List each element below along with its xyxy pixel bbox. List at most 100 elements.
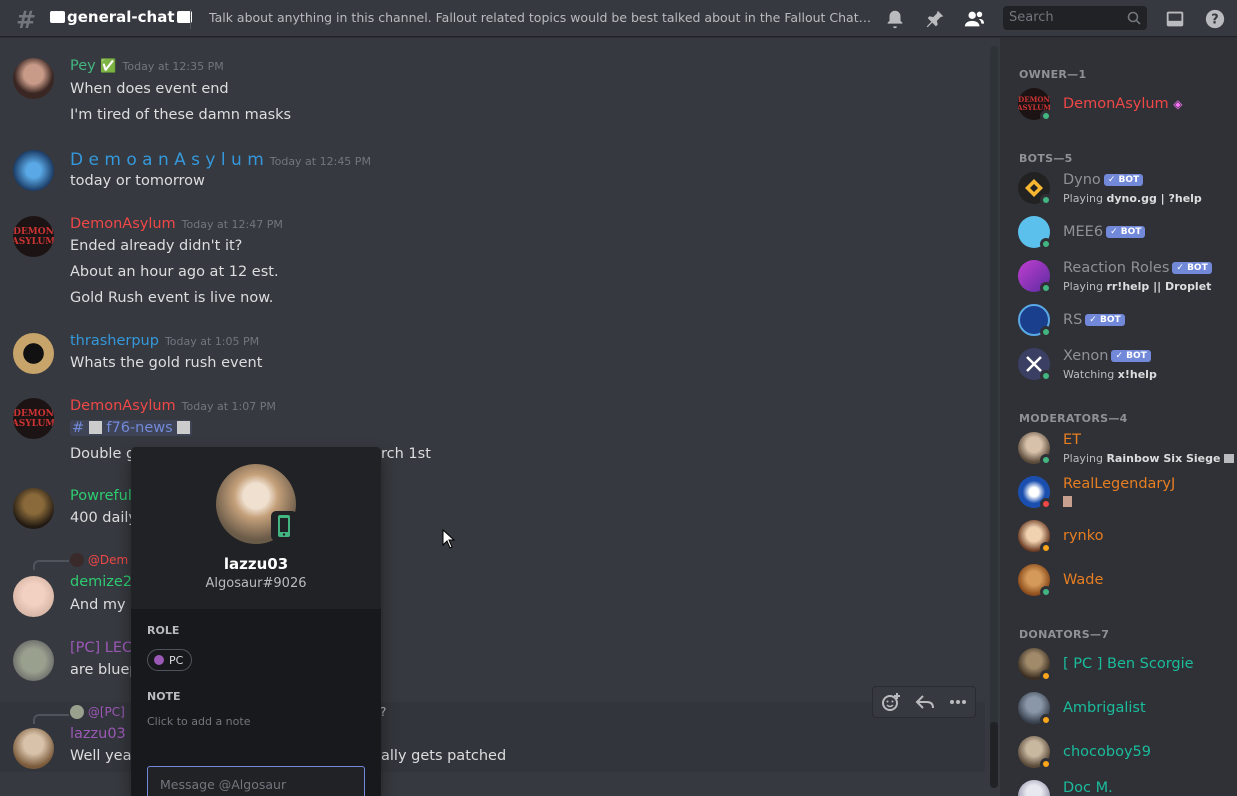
- channel-name: general-chat: [67, 8, 175, 26]
- direct-message-input[interactable]: Message @Algosaur: [147, 766, 365, 796]
- member-item[interactable]: MEE6 ✓ BOT: [1018, 216, 1233, 256]
- message-author[interactable]: DemonAsylum Today at 12:47 PM: [70, 216, 283, 232]
- message-author[interactable]: [PC] LEC: [70, 640, 132, 656]
- header-divider: [190, 9, 191, 29]
- avatar[interactable]: [13, 576, 54, 617]
- message-author[interactable]: Powreful: [70, 488, 132, 504]
- speech-bubble-icon: [50, 6, 65, 23]
- bot-badge: ✓ BOT: [1111, 350, 1151, 362]
- reply-icon[interactable]: [915, 692, 935, 712]
- member-item[interactable]: [ PC ] Ben Scorgie: [1018, 648, 1233, 688]
- member-item[interactable]: Ambrigalist: [1018, 692, 1233, 732]
- hashtag-icon: #: [16, 6, 37, 34]
- member-item[interactable]: RS ✓ BOT: [1018, 304, 1233, 344]
- role-pill[interactable]: PC: [147, 649, 193, 671]
- message-author[interactable]: DemonAsylum Today at 1:07 PM: [70, 398, 276, 414]
- mobile-status: [271, 511, 297, 541]
- avatar[interactable]: [13, 150, 54, 191]
- help-icon[interactable]: ?: [1204, 8, 1226, 30]
- reply-connector: [33, 714, 69, 724]
- online-status: [1040, 370, 1052, 382]
- online-status: [1040, 194, 1052, 206]
- note-input[interactable]: Click to add a note: [147, 715, 250, 728]
- member-item[interactable]: Doc M.: [1018, 780, 1233, 796]
- author-name[interactable]: Pey: [70, 58, 96, 74]
- inbox-icon[interactable]: [1164, 8, 1186, 30]
- search-input[interactable]: Search: [1003, 6, 1147, 30]
- message-author[interactable]: Pey ✅ Today at 12:35 PM: [70, 58, 224, 74]
- scrollbar-thumb[interactable]: [990, 722, 998, 788]
- message-text: are bluep: [70, 662, 139, 678]
- activity-name: Rainbow Six Siege: [1106, 452, 1221, 465]
- member-item[interactable]: RealLegendaryJ: [1018, 476, 1233, 516]
- author-name[interactable]: DemonAsylum: [70, 216, 176, 232]
- online-status: [1040, 282, 1052, 294]
- member-name: Ambrigalist: [1063, 700, 1146, 716]
- svg-text:DEMON: DEMON: [13, 227, 54, 237]
- popout-username: lazzu03: [223, 555, 289, 573]
- avatar[interactable]: [13, 728, 54, 769]
- svg-text:?: ?: [1211, 13, 1218, 28]
- mention-label[interactable]: f76-news: [106, 420, 172, 436]
- avatar[interactable]: [13, 640, 54, 681]
- role-name: PC: [169, 653, 184, 667]
- reply-author[interactable]: @Dem: [88, 553, 128, 567]
- author-name[interactable]: thrasherpup: [70, 333, 159, 349]
- activity-name: rr!help || Droplet: [1106, 280, 1212, 293]
- message-author[interactable]: demize2: [70, 574, 132, 590]
- avatar[interactable]: DEMON ASYLUM: [13, 216, 54, 257]
- member-list-icon[interactable]: [963, 8, 985, 30]
- channel-topic[interactable]: Talk about anything in this channel. Fal…: [209, 10, 874, 25]
- author-name[interactable]: DemonAsylum: [70, 398, 176, 414]
- activity-prefix: Playing: [1063, 192, 1107, 205]
- member-item[interactable]: Reaction Roles ✓ BOT Playing rr!help || D…: [1018, 260, 1233, 300]
- member-name: Wade: [1063, 572, 1104, 588]
- member-item[interactable]: ET Playing Rainbow Six Siege: [1018, 432, 1234, 472]
- message-author[interactable]: thrasherpup Today at 1:05 PM: [70, 333, 259, 349]
- member-item[interactable]: rynko: [1018, 520, 1233, 560]
- channel-mention[interactable]: # f76-news: [70, 420, 193, 436]
- category-moderators: MODERATORS—4: [1019, 412, 1128, 425]
- message-author[interactable]: D e m o a n A s y l u m Today at 12:45 PM: [70, 150, 371, 170]
- member-name: RS ✓ BOT: [1063, 312, 1125, 328]
- member-item[interactable]: Wade: [1018, 564, 1233, 604]
- search-icon: [1127, 11, 1141, 25]
- message-text: ally gets patched: [381, 748, 507, 764]
- member-name-text: MEE6: [1063, 224, 1104, 240]
- reply-reference[interactable]: @[PC]: [70, 705, 125, 719]
- pin-icon[interactable]: [924, 8, 946, 30]
- activity-prefix: Playing: [1063, 452, 1107, 465]
- avatar[interactable]: [13, 488, 54, 529]
- avatar[interactable]: [13, 58, 54, 99]
- category-donators: DONATORS—7: [1019, 628, 1110, 641]
- member-item[interactable]: DEMON ASYLUM DemonAsylum ◈: [1016, 88, 1233, 128]
- message-group: Pey ✅ Today at 12:35 PM When does event e…: [0, 58, 985, 138]
- member-name-text: Xenon: [1063, 348, 1109, 364]
- bot-badge: ✓ BOT: [1172, 262, 1212, 274]
- activity-name: dyno.gg | ?help: [1106, 192, 1202, 205]
- member-item[interactable]: chocoboy59: [1018, 736, 1233, 776]
- reply-author[interactable]: @[PC]: [88, 705, 125, 719]
- member-list[interactable]: OWNER—1 DEMON ASYLUM DemonAsylum ◈ BOTS—5…: [1000, 38, 1237, 796]
- reply-reference[interactable]: @Dem: [70, 553, 128, 567]
- bot-badge: ✓ BOT: [1103, 174, 1144, 186]
- message-text: And my I: [70, 597, 135, 613]
- member-name: Doc M.: [1063, 780, 1113, 796]
- member-activity: Watching x!help: [1063, 368, 1157, 381]
- member-name-text: Dyno: [1063, 172, 1101, 188]
- member-name-text: RS: [1063, 312, 1083, 328]
- message-author[interactable]: lazzu03: [70, 726, 126, 742]
- member-activity: Playing dyno.gg | ?help: [1063, 192, 1202, 205]
- bell-icon[interactable]: [884, 8, 906, 30]
- member-item[interactable]: Xenon ✓ BOT Watching x!help: [1018, 348, 1233, 388]
- chat-scrollbar[interactable]: [990, 46, 998, 788]
- mobile-phone-icon: [278, 515, 290, 537]
- svg-text:ASYLUM: ASYLUM: [13, 419, 54, 429]
- avatar[interactable]: DEMON ASYLUM: [13, 398, 54, 439]
- add-reaction-icon[interactable]: [880, 691, 902, 713]
- avatar[interactable]: [13, 333, 54, 374]
- more-icon[interactable]: [948, 692, 968, 712]
- user-profile-popout: lazzu03 Algosaur#9026 ROLE PC NOTE Click…: [131, 447, 381, 796]
- member-item[interactable]: Dyno ✓ BOT Playing dyno.gg | ?help: [1018, 172, 1233, 212]
- author-name[interactable]: D e m o a n A s y l u m: [70, 150, 264, 170]
